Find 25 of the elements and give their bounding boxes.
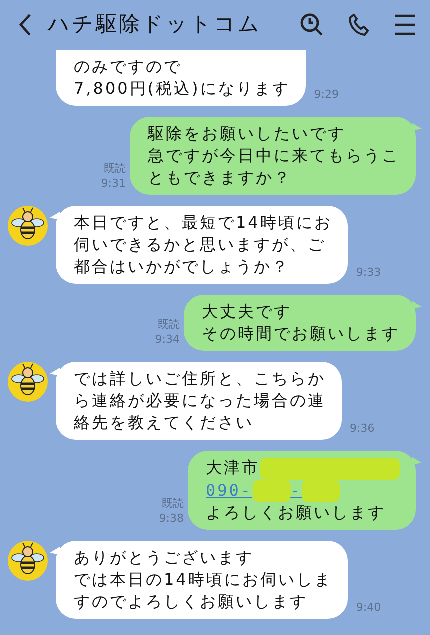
back-icon[interactable] xyxy=(18,13,32,37)
bubble-tail xyxy=(412,457,422,465)
message-time: 9:38 xyxy=(159,511,184,526)
message-time: 9:29 xyxy=(314,87,339,102)
bubble-tail xyxy=(412,301,422,309)
chat-title: ハチ駆除ドットコム xyxy=(48,11,263,38)
read-receipt: 既読 xyxy=(161,496,184,512)
message-time: 9:40 xyxy=(356,600,382,616)
search-icon[interactable] xyxy=(300,13,324,37)
message-time: 9:36 xyxy=(350,421,375,436)
phone-icon[interactable] xyxy=(348,13,370,37)
bubble-tail xyxy=(412,123,422,131)
bee-avatar[interactable] xyxy=(8,541,48,582)
menu-icon[interactable] xyxy=(394,14,416,36)
message-time: 9:31 xyxy=(101,176,126,191)
bubble-tail xyxy=(50,368,60,376)
read-receipt: 既読 xyxy=(157,317,180,332)
read-receipt: 既読 xyxy=(103,161,126,176)
bubble-tail xyxy=(50,547,60,556)
bee-avatar[interactable] xyxy=(8,362,48,402)
received-message: のみですので 7,800円(税込)になります xyxy=(56,50,306,106)
message-time: 9:34 xyxy=(155,332,180,347)
message-time: 9:33 xyxy=(356,265,382,280)
bee-avatar[interactable] xyxy=(8,206,48,246)
bubble-tail xyxy=(50,212,60,220)
